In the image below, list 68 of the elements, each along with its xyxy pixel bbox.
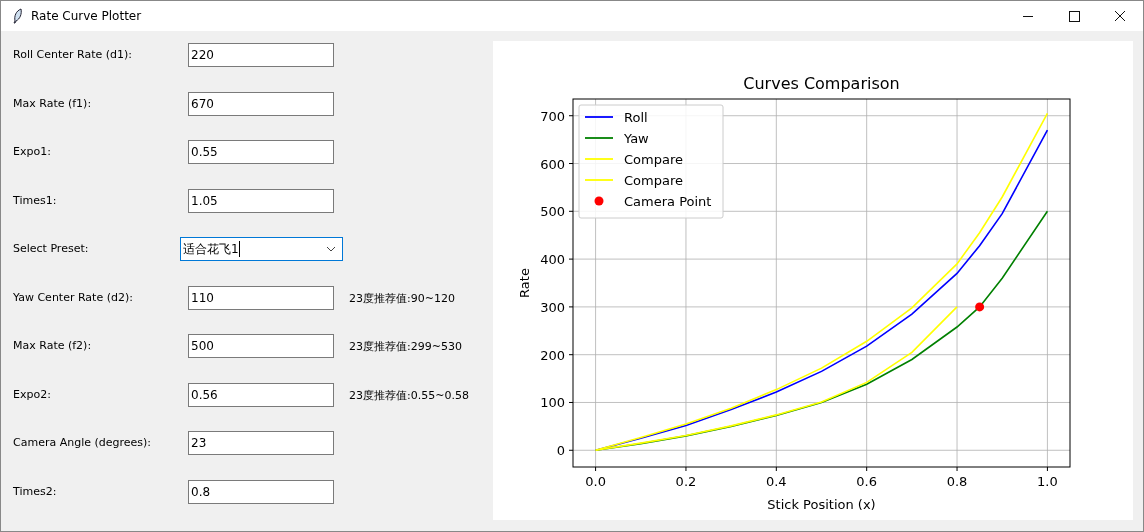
input-field[interactable]: 1.05 (188, 188, 334, 213)
legend-label: Compare (624, 173, 683, 188)
feather-icon (13, 8, 23, 24)
field-label: Select Preset: (12, 241, 90, 255)
legend-line (584, 116, 614, 118)
hint-text: 23度推荐值:90~120 (349, 290, 455, 306)
field-label: Times1: (12, 192, 58, 207)
tick-mark (568, 258, 574, 260)
field-label: Max Rate (f2): (12, 338, 93, 352)
tick-label: 500 (540, 204, 565, 220)
input-field[interactable]: 670 (188, 91, 334, 116)
tick-label: 100 (540, 395, 565, 411)
tick-mark (685, 466, 687, 472)
legend-label: Compare (624, 152, 683, 167)
tick-label: 0.2 (675, 474, 697, 489)
legend-label: Yaw (624, 131, 649, 146)
tick-label: 0.0 (585, 474, 606, 489)
tick-label: 400 (540, 252, 565, 268)
tick-label: 0 (556, 443, 565, 459)
tick-mark (568, 115, 574, 117)
tick-mark (568, 163, 574, 164)
tick-mark (568, 449, 574, 451)
input-field[interactable]: 220 (188, 43, 334, 67)
field-label: Yaw Center Rate (d2): (12, 289, 134, 304)
field-label: Roll Center Rate (d1): (12, 47, 133, 61)
tick-mark (568, 354, 574, 356)
legend-label: Roll (624, 110, 648, 125)
input-field[interactable]: 500 (188, 334, 334, 358)
field-label: Expo1: (12, 144, 52, 158)
data-point (975, 302, 985, 312)
input-field[interactable]: 110 (188, 285, 334, 310)
tick-label: 200 (540, 347, 565, 363)
window-title: Rate Curve Plotter (31, 9, 143, 23)
input-field[interactable]: 0.8 (188, 479, 334, 504)
tick-mark (595, 466, 597, 472)
tick-label: 300 (540, 299, 565, 315)
tick-mark (956, 466, 958, 472)
input-field[interactable]: 23 (188, 431, 334, 455)
chart-title: Curves Comparison (743, 74, 900, 93)
legend-line (584, 158, 614, 160)
tick-mark (568, 306, 574, 308)
tick-mark (568, 402, 574, 403)
hint-text: 23度推荐值:0.55~0.58 (349, 387, 469, 403)
legend-line (584, 137, 614, 139)
field-label: Times2: (12, 483, 58, 498)
tick-mark (866, 466, 868, 472)
tick-label: 0.8 (946, 474, 968, 489)
legend-label: Camera Point (624, 194, 712, 209)
tick-label: 700 (540, 108, 565, 124)
caret-icon (326, 246, 336, 252)
hint-text: 23度推荐值:299~530 (349, 339, 462, 354)
field-label: Expo2: (12, 386, 52, 401)
tick-mark (1046, 466, 1048, 472)
input-field[interactable]: 0.56 (188, 382, 334, 407)
tick-mark (568, 210, 574, 212)
preset-dropdown[interactable]: 适合花飞1 (180, 237, 343, 261)
tick-label: 600 (540, 156, 565, 172)
field-label: Camera Angle (degrees): (12, 435, 153, 449)
tick-label: 1.0 (1037, 474, 1058, 489)
input-field[interactable]: 0.55 (188, 140, 334, 164)
tick-label: 0.4 (765, 474, 787, 489)
legend-dot (594, 196, 604, 206)
tick-label: 0.6 (856, 474, 878, 489)
legend-line (584, 179, 614, 181)
x-axis-label: Stick Position (x) (767, 497, 876, 512)
tick-mark (775, 466, 777, 472)
y-axis-label: Rate (517, 268, 532, 298)
field-label: Max Rate (f1): (12, 95, 93, 110)
